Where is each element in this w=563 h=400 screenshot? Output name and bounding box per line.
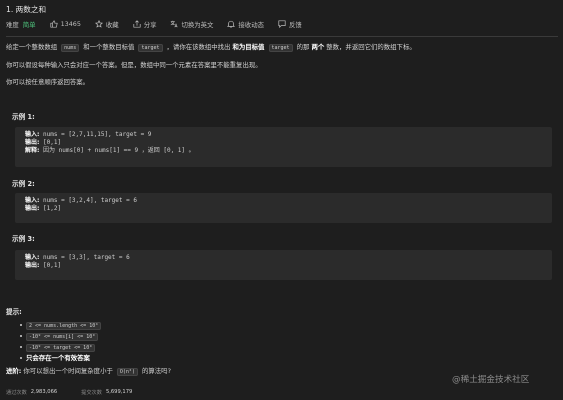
submit-count-value: 5,699,179 — [105, 389, 133, 395]
description-paragraph-2: 你可以假设每种输入只会对应一个答案。但是，数组中同一个元素在答案里不能重复出现。 — [6, 61, 262, 69]
difficulty-label: 难度 — [6, 20, 19, 29]
problem-meta-bar: 难度 简单 13465 收藏 分享 切换为英文 接收动态 反馈 — [6, 19, 546, 29]
example-input: nums = [3,2,4], target = 6 — [43, 197, 137, 204]
pass-count-label: 通过次数 — [6, 390, 27, 396]
difficulty-badge: 简单 — [22, 20, 36, 29]
like-button[interactable]: 13465 — [50, 20, 81, 28]
desc-text: 的那 — [296, 43, 310, 51]
constraints-list: 2 <= nums.length <= 10⁴ -10⁹ <= nums[i] … — [20, 320, 102, 363]
pass-count-value: 2,983,066 — [30, 389, 58, 395]
share-button[interactable]: 分享 — [133, 20, 157, 29]
feedback-button[interactable]: 反馈 — [278, 20, 302, 29]
feedback-icon — [278, 20, 286, 28]
constraints-title: 提示: — [6, 308, 22, 316]
desc-text: 和一个整数目标值 — [83, 43, 135, 51]
desc-text: 给定一个整数数组 — [6, 43, 58, 51]
example-output: [0,1] — [43, 139, 62, 146]
advanced-text: 的算法吗? — [142, 367, 171, 375]
example-input: nums = [3,3], target = 6 — [43, 254, 130, 261]
constraint-item: 只会存在一个有效答案 — [20, 353, 101, 363]
constraint-text: -10⁹ <= nums[i] <= 10⁹ — [26, 333, 99, 341]
code-target: target — [138, 44, 163, 52]
share-icon — [133, 20, 141, 28]
switch-language-button[interactable]: 切换为英文 — [170, 20, 213, 29]
output-label: 输出: — [25, 139, 40, 146]
bell-icon — [227, 20, 236, 28]
share-label: 分享 — [143, 20, 157, 29]
output-label: 输出: — [25, 205, 40, 212]
example-3-title: 示例 3: — [12, 235, 35, 243]
example-3-block: 输入: nums = [3,3], target = 6 输出: [0,1] — [15, 250, 552, 280]
code-target: target — [268, 44, 293, 52]
example-explain: 因为 nums[0] + nums[1] == 9 ，返回 [0, 1] 。 — [43, 147, 195, 154]
thumbs-up-icon — [50, 20, 58, 28]
code-nums: nums — [61, 44, 80, 52]
example-2-block: 输入: nums = [3,2,4], target = 6 输出: [1,2] — [15, 193, 552, 223]
switch-language-label: 切换为英文 — [181, 20, 214, 29]
notify-button[interactable]: 接收动态 — [227, 20, 264, 29]
example-1-block: 输入: nums = [2,7,11,15], target = 9 输出: [… — [15, 127, 552, 167]
advanced-text: 你可以想出一个时间复杂度小于 — [23, 367, 113, 375]
stats-footer: 通过次数 2,983,066 提交次数 5,699,179 — [6, 389, 132, 396]
submit-count-label: 提交次数 — [81, 390, 102, 396]
constraint-item: -10⁹ <= nums[i] <= 10⁹ — [20, 331, 101, 342]
example-output: [0,1] — [43, 262, 62, 269]
example-input: nums = [2,7,11,15], target = 9 — [43, 131, 152, 138]
desc-text: ，请你在该数组中找出 — [166, 43, 231, 51]
input-label: 输入: — [25, 131, 40, 138]
constraint-item: -10⁹ <= target <= 10⁹ — [20, 342, 101, 353]
desc-bold: 两个 — [311, 43, 325, 51]
notify-label: 接收动态 — [238, 20, 264, 29]
constraint-item: 2 <= nums.length <= 10⁴ — [20, 320, 102, 331]
problem-title: 1. 两数之和 — [6, 5, 47, 14]
complexity-code: O(n²) — [116, 368, 138, 376]
description-paragraph-1: 给定一个整数数组 nums 和一个整数目标值 target ，请你在该数组中找出… — [6, 43, 416, 53]
constraint-text: 只会存在一个有效答案 — [26, 354, 90, 362]
output-label: 输出: — [25, 262, 40, 269]
description-paragraph-3: 你可以按任意顺序返回答案。 — [6, 78, 90, 86]
constraint-text: 2 <= nums.length <= 10⁴ — [26, 322, 102, 330]
advanced-label: 进阶: — [6, 367, 22, 375]
advanced-line: 进阶: 你可以想出一个时间复杂度小于 O(n²) 的算法吗? — [6, 367, 171, 377]
header-divider — [6, 36, 558, 37]
example-1-title: 示例 1: — [12, 113, 35, 121]
input-label: 输入: — [25, 254, 40, 261]
like-count: 13465 — [60, 20, 81, 28]
desc-text: 整数，并返回它们的数组下标。 — [326, 43, 416, 51]
desc-bold: 和为目标值 — [232, 43, 265, 51]
translate-icon — [171, 20, 178, 28]
example-output: [1,2] — [43, 205, 62, 212]
watermark: @稀土掘金技术社区 — [452, 375, 530, 385]
feedback-label: 反馈 — [288, 20, 302, 29]
input-label: 输入: — [25, 197, 40, 204]
constraint-text: -10⁹ <= target <= 10⁹ — [26, 344, 96, 352]
collect-label: 收藏 — [105, 20, 119, 29]
explain-label: 解释: — [25, 147, 40, 154]
example-2-title: 示例 2: — [12, 180, 35, 188]
collect-button[interactable]: 收藏 — [94, 20, 119, 29]
star-icon — [94, 20, 103, 28]
